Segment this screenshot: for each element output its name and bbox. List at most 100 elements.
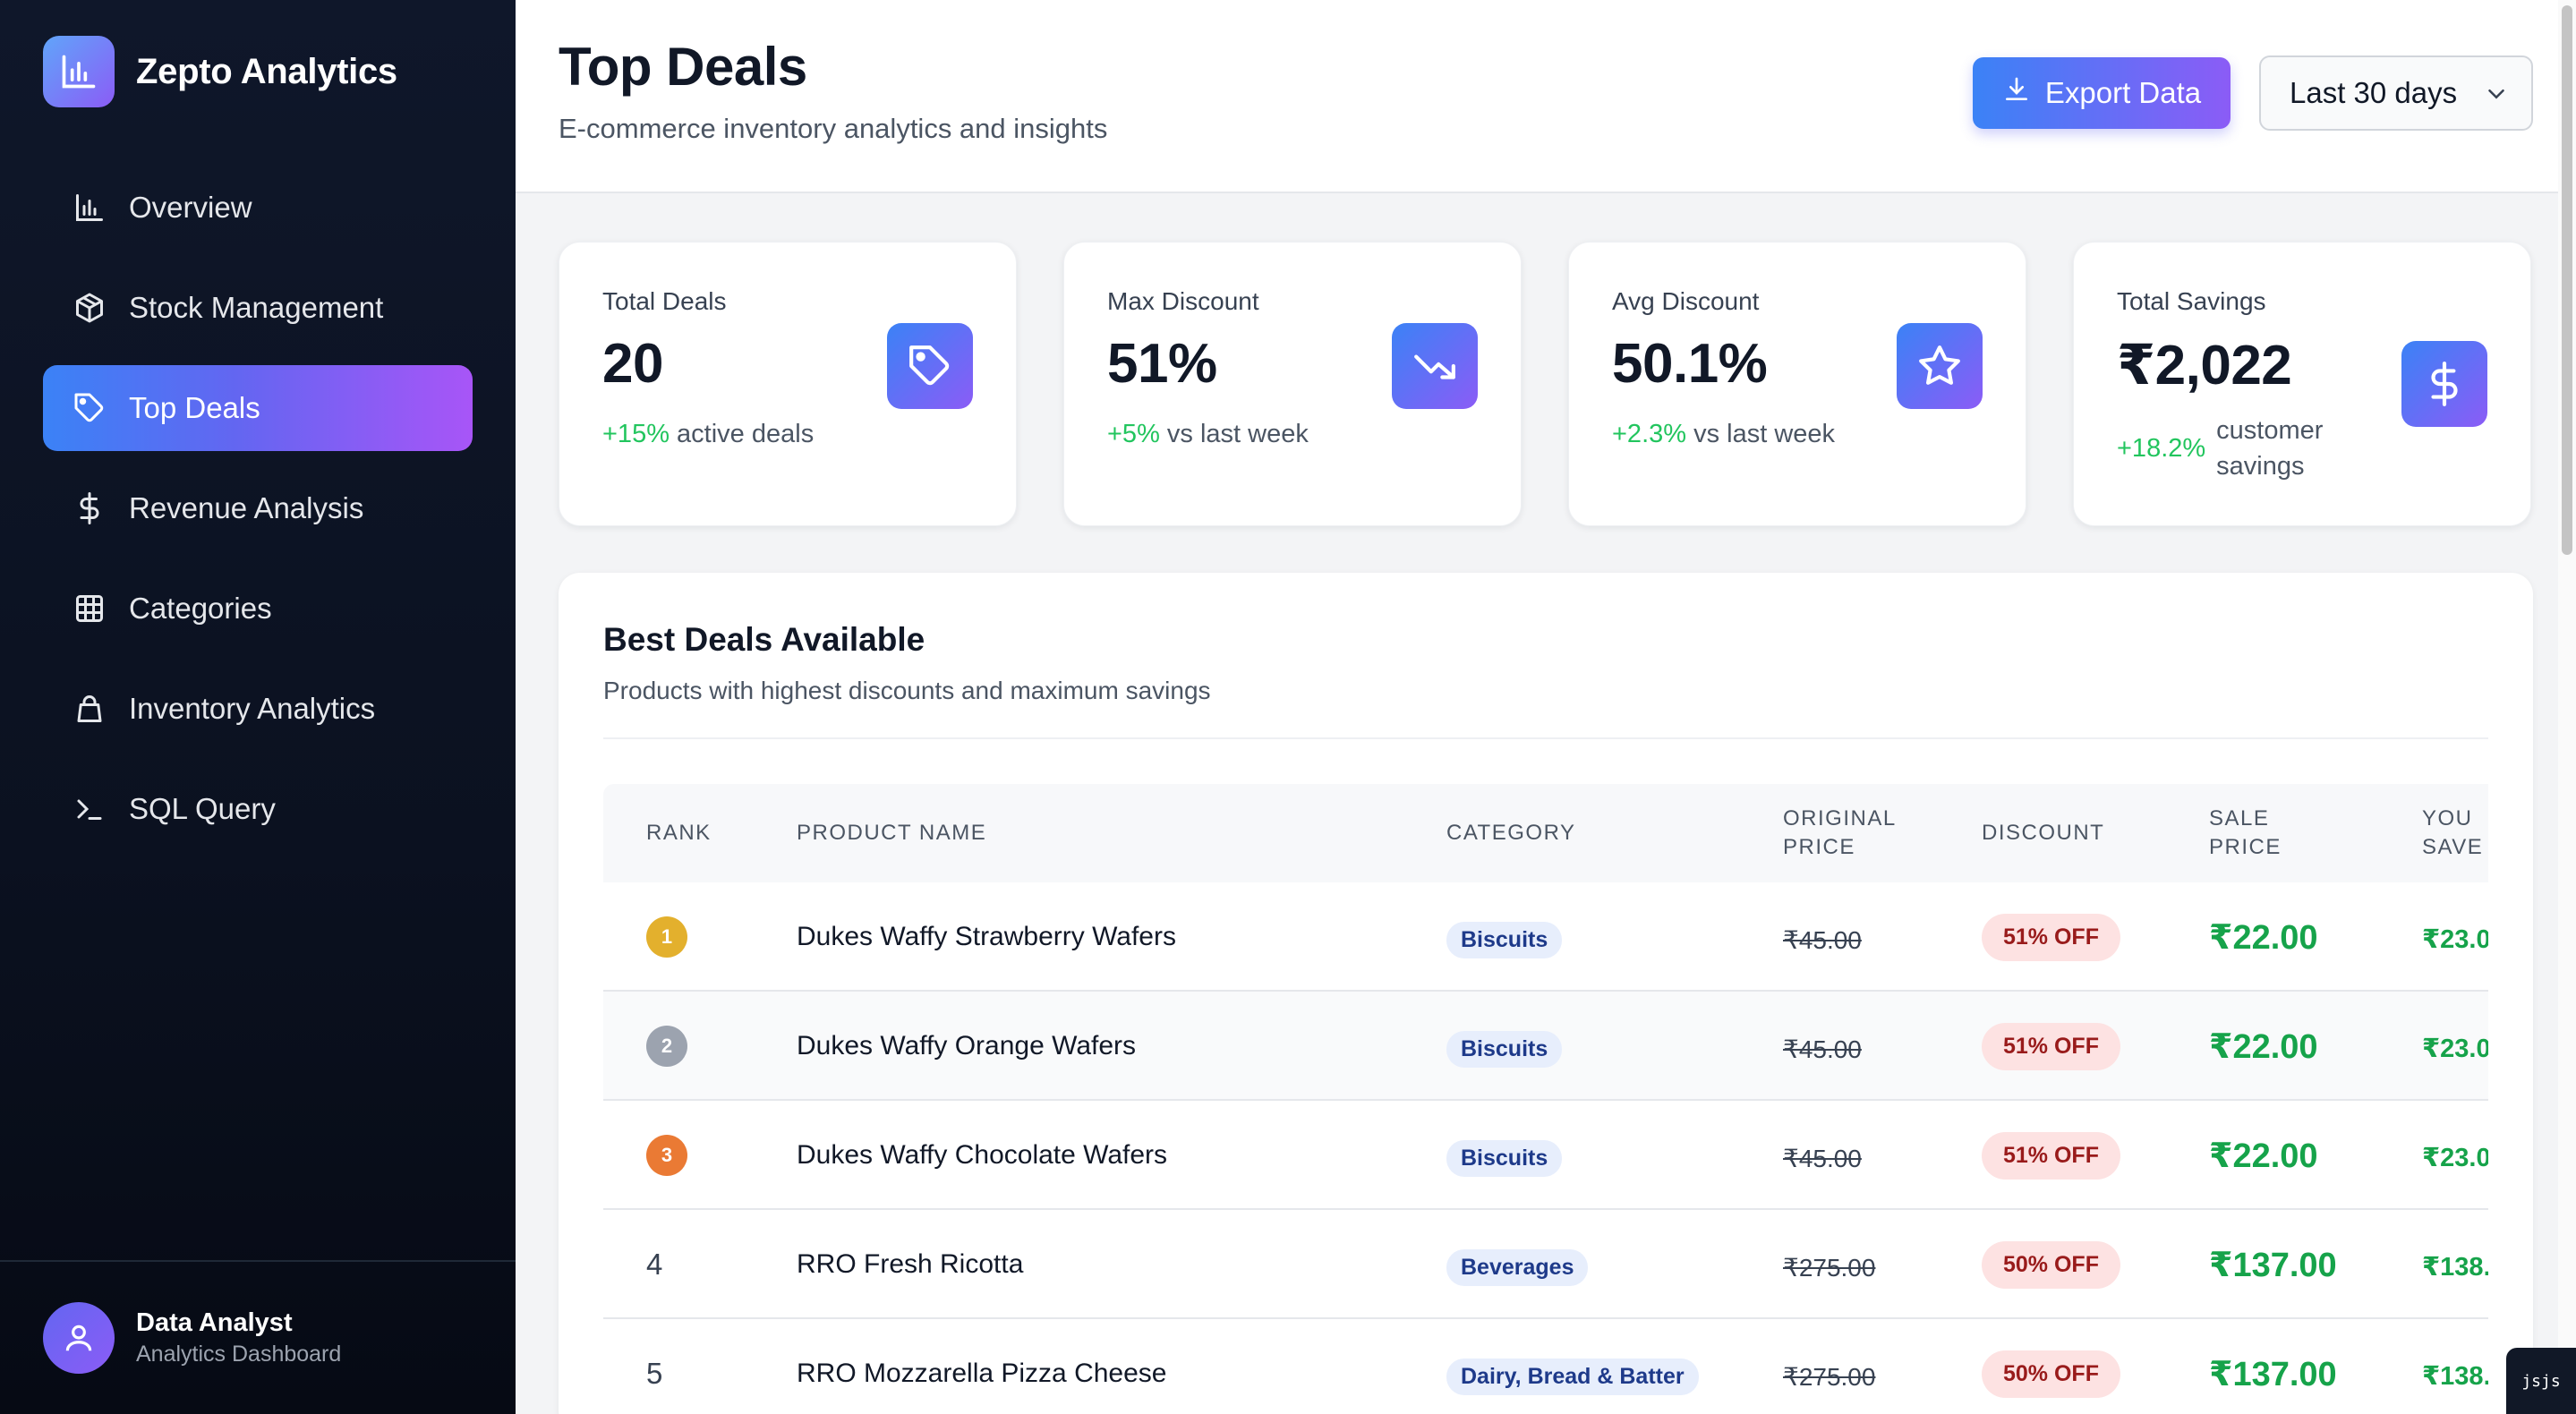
tag-icon: [887, 323, 973, 409]
page-subtitle: E-commerce inventory analytics and insig…: [559, 113, 1108, 144]
you-save: ₹138.: [2422, 1361, 2488, 1391]
sidebar-item-label: Revenue Analysis: [129, 491, 364, 524]
scrollbar-thumb[interactable]: [2562, 5, 2572, 555]
grid-icon: [72, 591, 107, 626]
product-name: RRO Mozzarella Pizza Cheese: [797, 1359, 1167, 1388]
table-row[interactable]: 5 RRO Mozzarella Pizza Cheese Dairy, Bre…: [603, 1319, 2488, 1414]
user-role: Analytics Dashboard: [136, 1342, 342, 1367]
stat-change: +5% vs last week: [1107, 416, 1376, 452]
discount-badge: 50% OFF: [1982, 1350, 2120, 1398]
stat-change-percent: +2.3%: [1612, 420, 1687, 448]
category-badge: Biscuits: [1446, 1139, 1563, 1177]
stat-label: Total Deals: [602, 287, 727, 315]
sidebar-item-revenue-analysis[interactable]: Revenue Analysis: [43, 465, 473, 551]
table-row[interactable]: 2 Dukes Waffy Orange Wafers Biscuits ₹45…: [603, 992, 2488, 1101]
package-icon: [72, 290, 107, 326]
stat-change-percent: +18.2%: [2117, 434, 2206, 463]
product-name: Dukes Waffy Orange Wafers: [797, 1031, 1137, 1060]
column-header-discount[interactable]: DISCOUNT: [1982, 784, 2104, 882]
stat-change: +15% active deals: [602, 416, 871, 452]
trending-down-icon: [1392, 323, 1478, 409]
deals-table[interactable]: RANK PRODUCT NAME CATEGORY ORIGINAL PRIC…: [603, 784, 2488, 1414]
column-header-you-save[interactable]: YOU SAVE: [2422, 784, 2488, 882]
you-save: ₹138.: [2422, 1252, 2488, 1282]
rank-number: 5: [646, 1357, 663, 1390]
sale-price: ₹137.00: [2209, 1246, 2337, 1284]
download-icon: [2002, 75, 2031, 111]
sidebar: Zepto Analytics Overview Stock Managemen…: [0, 0, 516, 1414]
stat-label: Total Savings: [2117, 287, 2266, 315]
stat-label: Max Discount: [1107, 287, 1259, 315]
category-badge: Biscuits: [1446, 1030, 1563, 1068]
original-price: ₹45.00: [1783, 1035, 1862, 1063]
sale-price: ₹22.00: [2209, 1137, 2318, 1175]
stat-value: 50.1%: [1612, 333, 1768, 395]
stat-card-avg-discount: Avg Discount 50.1% +2.3% vs last week: [1568, 242, 2026, 526]
stat-change: +2.3% vs last week: [1612, 416, 1881, 452]
stat-change-text: vs last week: [1166, 420, 1309, 448]
you-save: ₹23.0: [2422, 1034, 2488, 1063]
table-row[interactable]: 3 Dukes Waffy Chocolate Wafers Biscuits …: [603, 1101, 2488, 1210]
rank-badge: 3: [646, 1135, 687, 1176]
rank-badge: 2: [646, 1026, 687, 1067]
table-row[interactable]: 1 Dukes Waffy Strawberry Wafers Biscuits…: [603, 882, 2488, 992]
rank-number: 4: [646, 1248, 663, 1281]
best-deals-panel: Best Deals Available Products with highe…: [559, 573, 2533, 1414]
discount-badge: 51% OFF: [1982, 1022, 2120, 1070]
table-header: RANK PRODUCT NAME CATEGORY ORIGINAL PRIC…: [603, 784, 2488, 882]
shopping-bag-icon: [72, 691, 107, 727]
panel-subtitle: Products with highest discounts and maxi…: [603, 677, 1211, 704]
column-header-product-name[interactable]: PRODUCT NAME: [797, 784, 986, 882]
period-select[interactable]: Last 30 days: [2259, 55, 2533, 131]
user-avatar-icon: [43, 1302, 115, 1374]
stat-change: +18.2% customer savings: [2117, 413, 2350, 484]
sidebar-item-categories[interactable]: Categories: [43, 566, 473, 652]
sidebar-item-label: Stock Management: [129, 291, 384, 324]
terminal-icon: [72, 791, 107, 827]
product-name: RRO Fresh Ricotta: [797, 1249, 1024, 1279]
stat-change-text: vs last week: [1693, 420, 1836, 448]
category-badge: Biscuits: [1446, 921, 1563, 958]
sidebar-item-top-deals[interactable]: Top Deals: [43, 365, 473, 451]
original-price: ₹45.00: [1783, 1144, 1862, 1172]
sidebar-item-label: Top Deals: [129, 391, 260, 424]
app-name: Zepto Analytics: [136, 51, 397, 91]
stat-card-max-discount: Max Discount 51% +5% vs last week: [1063, 242, 1522, 526]
sidebar-item-label: Categories: [129, 592, 272, 625]
stat-value: 51%: [1107, 333, 1217, 395]
dollar-icon: [2401, 341, 2487, 427]
sale-price: ₹137.00: [2209, 1355, 2337, 1393]
sidebar-item-stock-management[interactable]: Stock Management: [43, 265, 473, 351]
category-badge: Dairy, Bread & Batter: [1446, 1358, 1699, 1395]
brand[interactable]: Zepto Analytics: [43, 36, 397, 107]
product-name: Dukes Waffy Strawberry Wafers: [797, 922, 1176, 951]
user-profile[interactable]: Data Analyst Analytics Dashboard: [0, 1260, 516, 1414]
column-header-rank[interactable]: RANK: [646, 784, 712, 882]
original-price: ₹45.00: [1783, 925, 1862, 954]
column-header-original-price[interactable]: ORIGINAL PRICE: [1783, 784, 1917, 882]
sidebar-item-label: SQL Query: [129, 792, 276, 825]
stat-change-percent: +5%: [1107, 420, 1160, 448]
sidebar-nav: Overview Stock Management Top Deals Reve…: [43, 165, 473, 866]
you-save: ₹23.0: [2422, 1143, 2488, 1172]
stat-card-total-savings: Total Savings ₹2,022 +18.2% customer sav…: [2073, 242, 2531, 526]
column-header-category[interactable]: CATEGORY: [1446, 784, 1575, 882]
original-price: ₹275.00: [1783, 1253, 1876, 1282]
stat-change-text: customer savings: [2216, 416, 2324, 481]
discount-badge: 51% OFF: [1982, 913, 2120, 961]
export-data-button[interactable]: Export Data: [1973, 57, 2231, 129]
sidebar-item-inventory-analytics[interactable]: Inventory Analytics: [43, 666, 473, 752]
bar-chart-icon: [43, 36, 115, 107]
sidebar-item-sql-query[interactable]: SQL Query: [43, 766, 473, 852]
divider: [603, 737, 2488, 739]
sale-price: ₹22.00: [2209, 1027, 2318, 1066]
tag-icon: [72, 390, 107, 426]
sidebar-item-overview[interactable]: Overview: [43, 165, 473, 251]
dev-badge[interactable]: jsjs: [2506, 1348, 2576, 1414]
table-row[interactable]: 4 RRO Fresh Ricotta Beverages ₹275.00 50…: [603, 1210, 2488, 1319]
page-header: Top Deals E-commerce inventory analytics…: [516, 0, 2576, 193]
stat-change-text: active deals: [677, 420, 815, 448]
column-header-sale-price[interactable]: SALE PRICE: [2209, 784, 2307, 882]
you-save: ₹23.0: [2422, 924, 2488, 954]
dollar-icon: [72, 490, 107, 526]
